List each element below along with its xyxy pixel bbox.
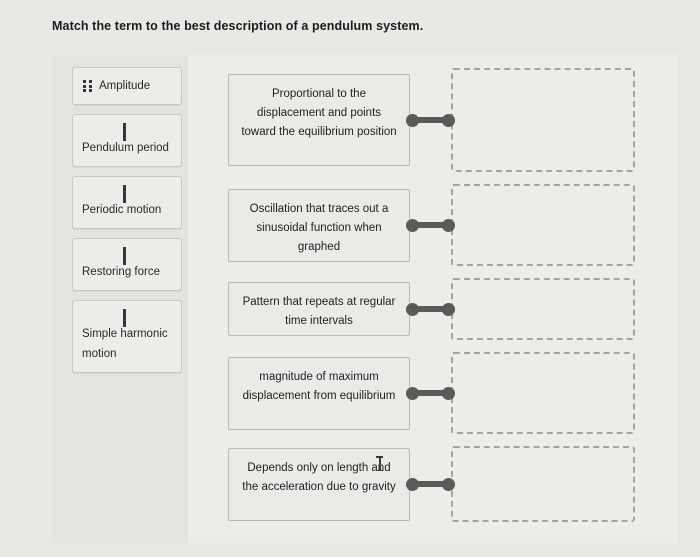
description-card[interactable]: Oscillation that traces out a sinusoidal… [228,188,410,262]
match-row: magnitude of maximum displacement from e… [228,352,668,434]
match-row: Depends only on length and the accelerat… [228,446,668,522]
description-card[interactable]: Pattern that repeats at regular time int… [228,282,410,336]
drag-handle-icon[interactable] [122,309,132,327]
term-card-restoring-force[interactable]: Restoring force [72,238,182,291]
match-rows: Proportional to the displacement and poi… [228,68,668,534]
term-label: Periodic motion [82,204,162,216]
term-label: Pendulum period [82,142,169,154]
term-card-periodic-motion[interactable]: Periodic motion [72,176,182,229]
link-connector-icon [406,113,455,127]
term-card-simple-harmonic-motion[interactable]: Simple harmonic motion [72,300,182,373]
term-card-amplitude[interactable]: Amplitude [72,67,182,105]
page-title: Match the term to the best description o… [52,19,424,33]
match-row: Proportional to the displacement and poi… [228,68,668,172]
drag-handle-icon[interactable] [122,247,132,265]
match-row: Pattern that repeats at regular time int… [228,278,668,340]
matching-exercise-panel: Amplitude Pendulum period Periodic motio… [52,55,678,543]
link-connector-icon [406,477,455,491]
link-connector-icon [406,218,455,232]
term-card-pendulum-period[interactable]: Pendulum period [72,114,182,167]
link-connector-icon [406,302,455,316]
description-card[interactable]: Proportional to the displacement and poi… [228,74,410,166]
terms-list: Amplitude Pendulum period Periodic motio… [72,67,182,373]
term-label: Restoring force [82,266,160,278]
drop-zone[interactable] [451,184,635,266]
drag-handle-icon[interactable] [122,123,132,141]
term-label: Amplitude [99,80,151,92]
drag-handle-icon[interactable] [83,80,92,92]
drag-handle-icon[interactable] [122,185,132,203]
drop-zone[interactable] [451,68,635,172]
drop-zone[interactable] [451,352,635,434]
match-row: Oscillation that traces out a sinusoidal… [228,184,668,266]
link-connector-icon [406,386,455,400]
description-card[interactable]: magnitude of maximum displacement from e… [228,356,410,430]
description-card[interactable]: Depends only on length and the accelerat… [228,447,410,521]
drop-zone[interactable] [451,446,635,522]
drop-zone[interactable] [451,278,635,340]
term-label: Simple harmonic motion [82,328,168,360]
